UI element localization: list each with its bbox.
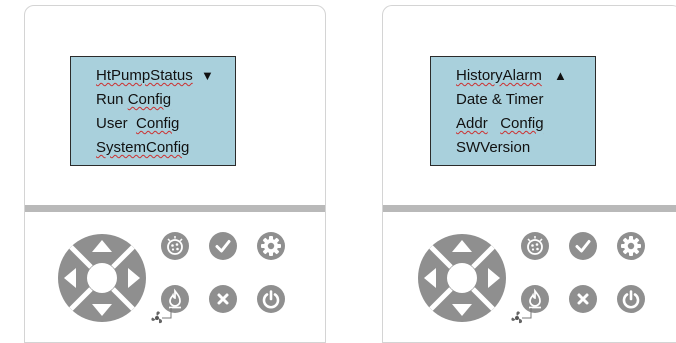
controller-panel-left: HtPumpStatus ▼ Run Config User Config Sy…	[24, 5, 326, 343]
dpad	[58, 234, 146, 322]
menu-item-systemconfig[interactable]: SystemConfig	[96, 139, 189, 157]
gear-icon	[261, 236, 281, 256]
menu-item-label: SWVersion	[456, 139, 531, 156]
cancel-button[interactable]	[569, 285, 597, 313]
menu-item-historyalarm[interactable]: HistoryAlarm	[456, 67, 542, 85]
power-button[interactable]	[257, 285, 285, 313]
panel-divider	[383, 205, 676, 212]
check-icon	[575, 240, 591, 253]
power-button[interactable]	[617, 285, 645, 313]
controller-panel-right: HistoryAlarm ▲ Date & Timer Addr Config …	[382, 5, 676, 343]
mode-button[interactable]	[161, 232, 189, 260]
lcd-screen: HistoryAlarm ▲ Date & Timer Addr Config …	[430, 56, 596, 166]
cancel-button[interactable]	[209, 285, 237, 313]
dpad	[418, 234, 506, 322]
confirm-button[interactable]	[209, 232, 237, 260]
scroll-up-indicator-icon: ▲	[554, 68, 567, 83]
menu-item-run-config[interactable]: Run Config	[96, 91, 171, 109]
menu-item-label: Run	[96, 91, 124, 108]
menu-item-label: HtPumpStatus	[96, 67, 193, 84]
menu-item-htpumpstatus[interactable]: HtPumpStatus	[96, 67, 193, 85]
confirm-button[interactable]	[569, 232, 597, 260]
menu-item-swversion[interactable]: SWVersion	[456, 139, 530, 157]
fan-icon[interactable]	[509, 307, 541, 329]
menu-item-label: Date & Timer	[456, 91, 544, 108]
lcd-screen: HtPumpStatus ▼ Run Config User Config Sy…	[70, 56, 236, 166]
mode-icon	[167, 236, 183, 255]
close-icon	[577, 293, 589, 305]
menu-item-label: Config	[500, 115, 544, 132]
menu-item-user-config[interactable]: User Config	[96, 115, 179, 133]
menu-item-label: User	[96, 115, 128, 132]
settings-button[interactable]	[257, 232, 285, 260]
menu-item-addr-config[interactable]: Addr Config	[456, 115, 544, 133]
settings-button[interactable]	[617, 232, 645, 260]
power-icon	[262, 290, 280, 309]
gear-icon	[621, 236, 641, 256]
mode-button[interactable]	[521, 232, 549, 260]
power-icon	[622, 290, 640, 309]
mode-icon	[527, 236, 543, 255]
menu-item-label: Addr	[456, 115, 488, 132]
check-icon	[215, 240, 231, 253]
menu-item-label: Config	[127, 91, 172, 108]
scroll-down-indicator-icon: ▼	[201, 68, 214, 83]
fan-icon[interactable]	[149, 307, 181, 329]
menu-item-label: Config	[136, 115, 180, 132]
close-icon	[217, 293, 229, 305]
menu-item-label: SystemConfig	[96, 139, 190, 156]
menu-item-date-timer[interactable]: Date & Timer	[456, 91, 544, 109]
menu-item-label: HistoryAlarm	[456, 67, 542, 84]
panel-divider	[25, 205, 325, 212]
